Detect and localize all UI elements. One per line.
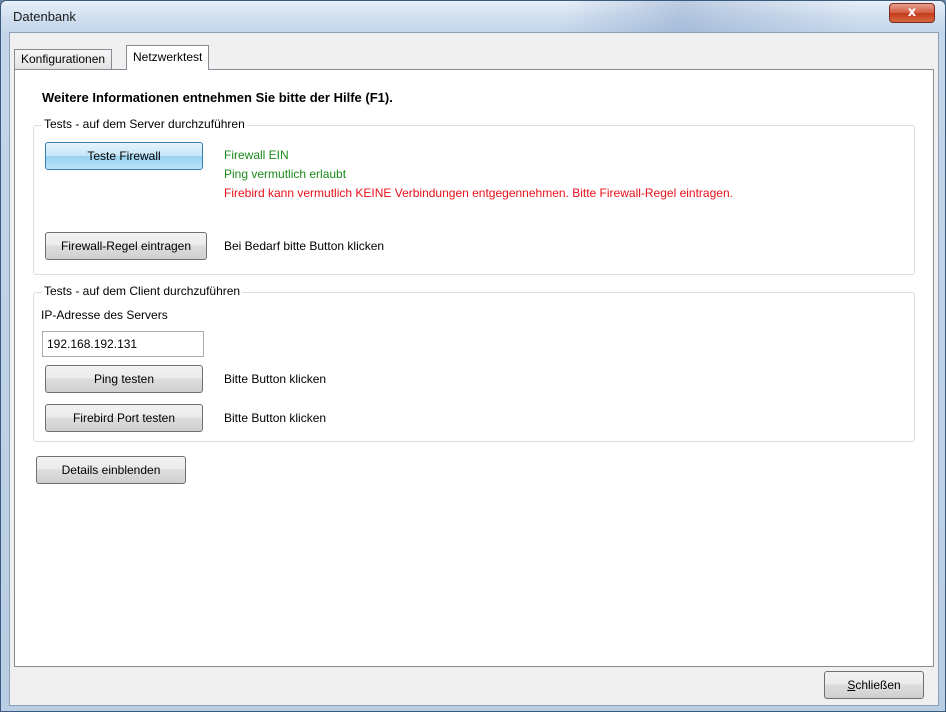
ip-address-label: IP-Adresse des Servers	[41, 308, 168, 322]
firebird-port-test-button[interactable]: Firebird Port testen	[45, 404, 203, 432]
client-tests-group: Tests - auf dem Client durchzuführen IP-…	[33, 284, 915, 442]
add-rule-hint: Bei Bedarf bitte Button klicken	[224, 239, 385, 253]
port-hint: Bitte Button klicken	[224, 411, 327, 425]
tab-konfigurationen[interactable]: Konfigurationen	[14, 49, 113, 69]
help-heading: Weitere Informationen entnehmen Sie bitt…	[42, 90, 393, 105]
client-group-title: Tests - auf dem Client durchzuführen	[42, 284, 243, 298]
ping-test-button[interactable]: Ping testen	[45, 365, 203, 393]
netzwerktest-panel: Weitere Informationen entnehmen Sie bitt…	[14, 69, 934, 667]
ping-hint: Bitte Button klicken	[224, 372, 327, 386]
details-toggle-button[interactable]: Details einblenden	[36, 456, 186, 484]
window-title: Datenbank	[13, 9, 76, 24]
status-ping: Ping vermutlich erlaubt	[224, 167, 347, 181]
tab-netzwerktest[interactable]: Netzwerktest	[126, 45, 210, 70]
dialog-button-bar: Schließen	[10, 669, 938, 705]
status-firebird: Firebird kann vermutlich KEINE Verbindun…	[224, 186, 733, 200]
server-group-title: Tests - auf dem Server durchzuführen	[42, 117, 247, 131]
ip-address-input[interactable]	[42, 331, 204, 357]
dialog-window: Datenbank x Konfigurationen Netzwerktest…	[0, 0, 946, 712]
close-button-label: chließen	[855, 678, 901, 692]
server-tests-group: Tests - auf dem Server durchzuführen Tes…	[33, 117, 915, 275]
title-bar-background	[561, 1, 861, 33]
close-button[interactable]: Schließen	[824, 671, 924, 699]
close-window-icon[interactable]: x	[889, 3, 935, 23]
dialog-client-area: Konfigurationen Netzwerktest Weitere Inf…	[9, 32, 939, 706]
status-firewall: Firewall EIN	[224, 148, 289, 162]
add-firewall-rule-button[interactable]: Firewall-Regel eintragen	[45, 232, 207, 260]
title-bar[interactable]: Datenbank x	[1, 1, 945, 33]
test-firewall-button[interactable]: Teste Firewall	[45, 142, 203, 170]
